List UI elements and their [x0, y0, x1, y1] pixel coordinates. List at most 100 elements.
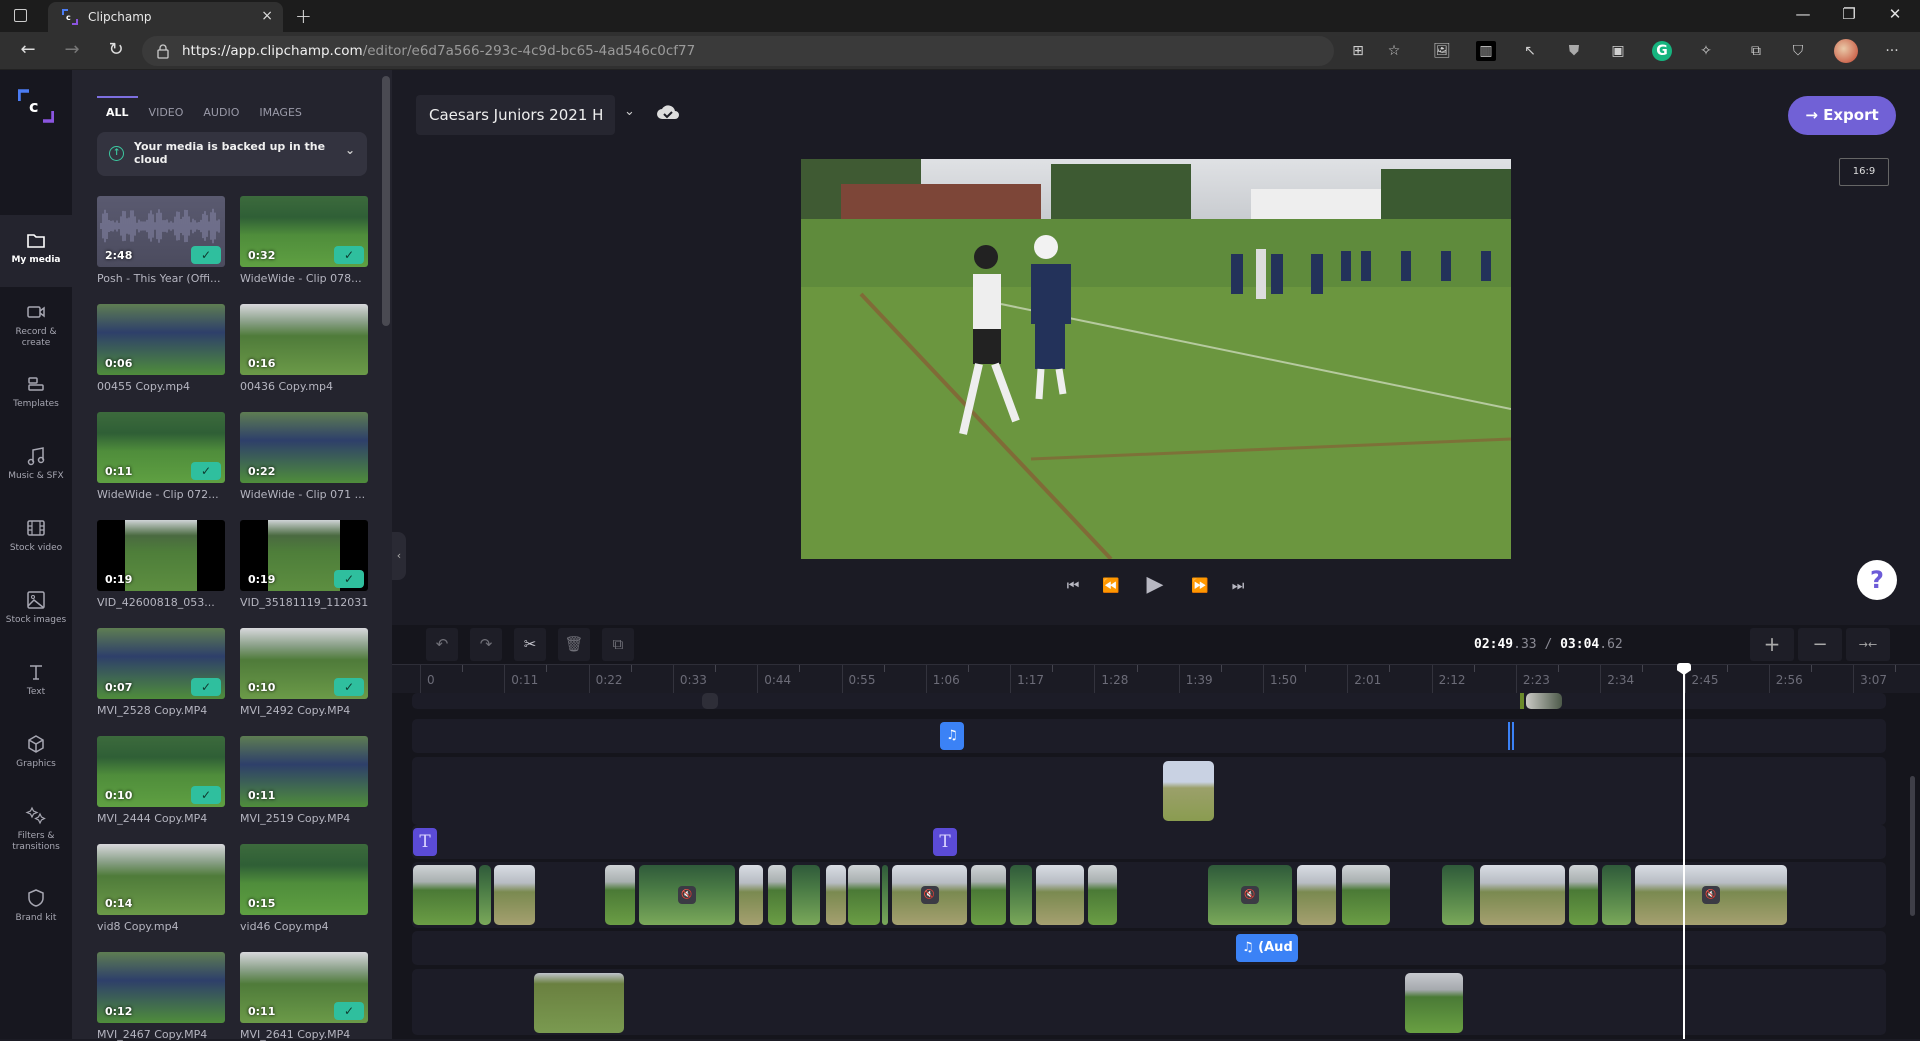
media-thumbnail[interactable]: 0:16 — [240, 304, 368, 375]
zoom-out-button[interactable]: − — [1798, 628, 1842, 661]
media-item[interactable]: 0:11 MVI_2519 Copy.MP4 — [240, 736, 368, 825]
video-clip[interactable]: 🔇 — [1208, 865, 1292, 925]
browser-essentials-icon[interactable]: ⛉ — [1788, 41, 1808, 61]
media-thumbnail[interactable]: 0:11 ✓ — [97, 412, 225, 483]
close-window-button[interactable]: ✕ — [1872, 5, 1918, 23]
close-tab-icon[interactable]: × — [261, 8, 273, 24]
track-audio-1[interactable]: ♫ — [412, 719, 1886, 753]
video-clip[interactable] — [768, 865, 786, 925]
audio-clip[interactable]: ♫ — [940, 722, 964, 750]
redo-button[interactable]: ↷ — [470, 628, 502, 661]
media-item[interactable]: 0:10 ✓ MVI_2444 Copy.MP4 — [97, 736, 225, 825]
media-item[interactable]: 0:14 vid8 Copy.mp4 — [97, 844, 225, 933]
nav-filters-transitions[interactable]: Filters & transitions — [0, 791, 72, 863]
skip-to-end-button[interactable]: ⏭ — [1226, 578, 1250, 594]
cursor-extension-icon[interactable]: ↖ — [1520, 41, 1540, 61]
cloud-saved-icon[interactable] — [656, 103, 680, 121]
timeline-clip[interactable] — [1526, 693, 1562, 709]
video-clip[interactable] — [1442, 865, 1474, 925]
video-clip[interactable] — [848, 865, 880, 925]
media-thumbnail[interactable]: 0:32 ✓ — [240, 196, 368, 267]
video-clip[interactable] — [826, 865, 846, 925]
media-thumbnail[interactable]: 0:11 ✓ — [240, 952, 368, 1023]
media-thumbnail[interactable]: 0:15 — [240, 844, 368, 915]
video-clip[interactable]: 🔇 — [892, 865, 967, 925]
nav-brand-kit[interactable]: Brand kit — [0, 873, 72, 945]
video-clip[interactable]: 🔇 — [1635, 865, 1787, 925]
media-thumbnail[interactable]: 0:12 — [97, 952, 225, 1023]
media-thumbnail[interactable]: 0:11 — [240, 736, 368, 807]
nav-my-media[interactable]: My media — [0, 215, 72, 287]
ublock-icon[interactable]: ⛊ — [1564, 41, 1584, 61]
export-button[interactable]: → Export — [1788, 96, 1896, 135]
media-item[interactable]: 0:32 ✓ WideWide - Clip 078... — [240, 196, 368, 285]
delete-button[interactable]: 🗑 — [558, 628, 590, 661]
undo-button[interactable]: ↶ — [426, 628, 458, 661]
media-item[interactable]: 0:10 ✓ MVI_2492 Copy.MP4 — [240, 628, 368, 717]
video-clip[interactable] — [1342, 865, 1390, 925]
video-clip[interactable] — [605, 865, 635, 925]
browser-tab[interactable]: c Clipchamp × — [48, 2, 283, 32]
add-favorite-icon[interactable]: ☆ — [1384, 41, 1404, 61]
media-thumbnail[interactable]: 0:07 ✓ — [97, 628, 225, 699]
track-main-video[interactable]: 🔇 🔇 🔇 🔇 — [412, 862, 1886, 928]
video-clip[interactable] — [792, 865, 820, 925]
address-bar[interactable]: https://app.clipchamp.com/editor/e6d7a56… — [142, 36, 1334, 66]
aspect-ratio-button[interactable]: 16:9 — [1839, 158, 1889, 186]
forward-button[interactable]: → — [58, 39, 86, 60]
audio-clip[interactable]: ♫ (Aud — [1236, 934, 1298, 962]
video-clip[interactable] — [479, 865, 491, 925]
timeline-clip[interactable] — [1163, 761, 1214, 821]
video-clip[interactable] — [882, 865, 888, 925]
track-audio-2[interactable]: ♫ (Aud — [412, 931, 1886, 965]
media-thumbnail[interactable]: 0:14 — [97, 844, 225, 915]
media-item[interactable]: 0:22 WideWide - Clip 071 ... — [240, 412, 368, 501]
collections-icon[interactable]: ⧉ — [1746, 41, 1766, 61]
timeline-clip[interactable] — [1405, 973, 1463, 1033]
video-clip[interactable] — [494, 865, 535, 925]
split-button[interactable]: ✂ — [514, 628, 546, 661]
media-item[interactable]: 0:11 ✓ WideWide - Clip 072... — [97, 412, 225, 501]
video-clip[interactable] — [739, 865, 763, 925]
profile-avatar[interactable] — [1834, 39, 1858, 63]
media-item[interactable]: 0:19 ✓ VID_35181119_112031_... — [240, 520, 368, 609]
chevron-down-icon[interactable]: ⌄ — [345, 144, 355, 157]
collapse-panel-button[interactable]: ‹ — [392, 532, 406, 580]
media-item[interactable]: 0:15 vid46 Copy.mp4 — [240, 844, 368, 933]
video-clip[interactable] — [1480, 865, 1565, 925]
media-item[interactable]: 0:19 VID_42600818_053... — [97, 520, 225, 609]
tab-audio[interactable]: AUDIO — [203, 106, 239, 119]
text-clip[interactable]: T — [413, 828, 437, 856]
media-item[interactable]: 0:16 00436 Copy.mp4 — [240, 304, 368, 393]
timeline-clip-marker[interactable] — [1520, 693, 1524, 709]
media-thumbnail[interactable]: 0:22 — [240, 412, 368, 483]
playhead[interactable] — [1683, 664, 1685, 1039]
nav-graphics[interactable]: Graphics — [0, 719, 72, 791]
media-item[interactable]: 0:07 ✓ MVI_2528 Copy.MP4 — [97, 628, 225, 717]
backup-status-banner[interactable]: ↑ Your media is backed up in the cloud ⌄ — [97, 132, 367, 176]
video-clip[interactable] — [413, 865, 476, 925]
video-clip[interactable] — [1010, 865, 1032, 925]
screenshot-extension-icon[interactable]: ▣ — [1608, 41, 1628, 61]
text-clip[interactable]: T — [933, 828, 957, 856]
video-clip[interactable] — [971, 865, 1006, 925]
nav-record-create[interactable]: Record & create — [0, 287, 72, 359]
grammarly-icon[interactable]: G — [1652, 41, 1672, 61]
zoom-in-button[interactable]: + — [1750, 628, 1794, 661]
restore-button[interactable]: ❐ — [1826, 5, 1872, 23]
rewind-button[interactable]: ⏪ — [1099, 578, 1123, 594]
duplicate-button[interactable]: ⧉ — [602, 628, 634, 661]
clipchamp-logo[interactable]: c — [17, 88, 55, 124]
skip-to-start-button[interactable]: ⏮ — [1061, 578, 1085, 594]
media-thumbnail[interactable]: 0:06 — [97, 304, 225, 375]
tab-all[interactable]: ALL — [106, 106, 129, 119]
chevron-down-icon[interactable]: ⌄ — [624, 104, 635, 119]
video-clip[interactable] — [1088, 865, 1117, 925]
project-title-field[interactable]: Caesars Juniors 2021 H — [416, 95, 615, 135]
video-clip[interactable] — [1036, 865, 1084, 925]
lock-icon[interactable] — [156, 43, 170, 59]
nav-templates[interactable]: Templates — [0, 359, 72, 431]
tab-images[interactable]: IMAGES — [259, 106, 302, 119]
video-clip[interactable] — [1569, 865, 1598, 925]
nav-stock-images[interactable]: Stock images — [0, 575, 72, 647]
